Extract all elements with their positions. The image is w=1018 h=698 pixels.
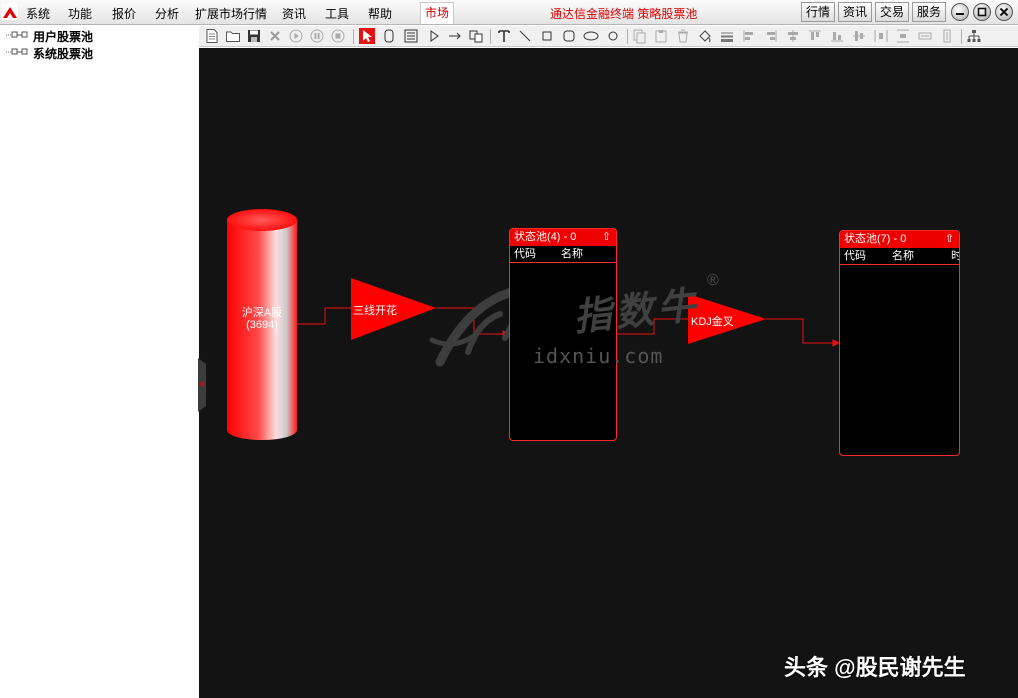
- align-right-icon[interactable]: [763, 28, 779, 44]
- pool-column-header: 代码 名称: [510, 246, 616, 263]
- fill-bucket-icon[interactable]: [697, 28, 713, 44]
- line-weight-icon[interactable]: [719, 28, 735, 44]
- arrow-line-icon[interactable]: [447, 28, 463, 44]
- arrow-up-icon[interactable]: ⇧: [602, 229, 611, 246]
- toolbar-divider: [490, 29, 491, 44]
- distribute-h-icon[interactable]: [873, 28, 889, 44]
- pool-tree-sidebar: 用户股票池 系统股票池: [0, 26, 199, 698]
- drawing-toolbar: [199, 26, 1018, 47]
- state-pool-2[interactable]: 状态池(7) - 0 ⇧ 代码 名称 时: [839, 230, 960, 456]
- column-name[interactable]: 名称: [561, 246, 583, 262]
- close-button[interactable]: [995, 3, 1013, 21]
- tree-label: 用户股票池: [33, 30, 94, 44]
- minimize-button[interactable]: [951, 3, 969, 21]
- align-left-icon[interactable]: [741, 28, 757, 44]
- open-folder-icon[interactable]: [225, 28, 241, 44]
- distribute-v-icon[interactable]: [895, 28, 911, 44]
- delete-icon[interactable]: [267, 28, 283, 44]
- tree-label: 系统股票池: [33, 47, 94, 61]
- ellipse-tool-icon[interactable]: [583, 28, 599, 44]
- app-logo-icon[interactable]: [2, 4, 18, 20]
- tree-connector-icon: [6, 48, 28, 55]
- menu-item-function[interactable]: 功能: [68, 5, 92, 22]
- tree-layout-icon[interactable]: [966, 28, 982, 44]
- same-height-icon[interactable]: [939, 28, 955, 44]
- align-bottom-icon[interactable]: [829, 28, 845, 44]
- pool-header: 状态池(4) - 0 ⇧: [510, 229, 616, 246]
- column-code[interactable]: 代码: [514, 246, 536, 262]
- toolbar-divider: [961, 29, 962, 44]
- maximize-icon: [977, 7, 987, 17]
- list-box-icon[interactable]: [403, 28, 419, 44]
- menu-item-tools[interactable]: 工具: [325, 5, 349, 22]
- same-width-icon[interactable]: [917, 28, 933, 44]
- quote-button[interactable]: 行情: [801, 2, 835, 22]
- watermark-site: idxniu.com: [533, 344, 664, 368]
- paste-icon[interactable]: [653, 28, 669, 44]
- service-button[interactable]: 服务: [912, 2, 946, 22]
- pool-title: 状态池(7) - 0: [844, 233, 907, 245]
- tree-item-user-pool[interactable]: 用户股票池: [0, 27, 120, 44]
- new-file-icon[interactable]: [204, 28, 220, 44]
- tree-connector-icon: [6, 31, 28, 38]
- align-top-icon[interactable]: [807, 28, 823, 44]
- stop-icon[interactable]: [330, 28, 346, 44]
- column-code[interactable]: 代码: [844, 248, 866, 264]
- menu-item-quote[interactable]: 报价: [112, 5, 136, 22]
- align-middle-v-icon[interactable]: [851, 28, 867, 44]
- capsule-shape-icon[interactable]: [381, 28, 397, 44]
- menu-bar: 系统 功能 报价 分析 扩展市场行情 资讯 工具 帮助 市场 通达信金融终端 策…: [0, 0, 1018, 25]
- pool-column-header: 代码 名称 时: [840, 248, 959, 265]
- rounded-rect-tool-icon[interactable]: [561, 28, 577, 44]
- toolbar-divider: [353, 29, 354, 44]
- toolbar-divider: [627, 29, 628, 44]
- menu-item-help[interactable]: 帮助: [368, 5, 392, 22]
- menu-item-news[interactable]: 资讯: [282, 5, 306, 22]
- trash-icon[interactable]: [675, 28, 691, 44]
- source-name-label: 沪深A股: [241, 307, 283, 319]
- pool-header: 状态池(7) - 0 ⇧: [840, 231, 959, 248]
- source-count-label: (3694): [246, 319, 278, 331]
- column-time[interactable]: 时: [951, 248, 959, 264]
- column-name[interactable]: 名称: [892, 248, 914, 264]
- source-attribution: 头条 @股民谢先生: [784, 655, 966, 680]
- watermark-registered: ®: [707, 272, 719, 289]
- text-tool-icon[interactable]: [496, 28, 512, 44]
- group-copy-icon[interactable]: [468, 28, 484, 44]
- pointer-icon[interactable]: [359, 28, 375, 44]
- menu-item-ext-market[interactable]: 扩展市场行情: [195, 5, 267, 22]
- pause-icon[interactable]: [309, 28, 325, 44]
- copy-doc-icon[interactable]: [631, 28, 647, 44]
- collapse-sidebar-handle[interactable]: [198, 358, 209, 412]
- arrow-up-icon[interactable]: ⇧: [945, 231, 954, 248]
- menu-item-system[interactable]: 系统: [26, 5, 50, 22]
- filter1-label: 三线开花: [353, 305, 397, 317]
- align-center-h-icon[interactable]: [785, 28, 801, 44]
- pool-title: 状态池(4) - 0: [514, 231, 577, 243]
- tree-item-system-pool[interactable]: 系统股票池: [0, 44, 120, 61]
- menu-item-analysis[interactable]: 分析: [155, 5, 179, 22]
- close-icon: [999, 7, 1009, 17]
- news-button[interactable]: 资讯: [838, 2, 872, 22]
- play-icon[interactable]: [288, 28, 304, 44]
- window-title: 通达信金融终端 策略股票池: [550, 7, 698, 21]
- market-tab[interactable]: 市场: [420, 2, 454, 24]
- rectangle-tool-icon[interactable]: [539, 28, 555, 44]
- save-icon[interactable]: [246, 28, 262, 44]
- trade-button[interactable]: 交易: [875, 2, 909, 22]
- triangle-shape-icon[interactable]: [426, 28, 442, 44]
- maximize-button[interactable]: [973, 3, 991, 21]
- circle-tool-icon[interactable]: [605, 28, 621, 44]
- minimize-icon: [956, 13, 964, 15]
- line-tool-icon[interactable]: [517, 28, 533, 44]
